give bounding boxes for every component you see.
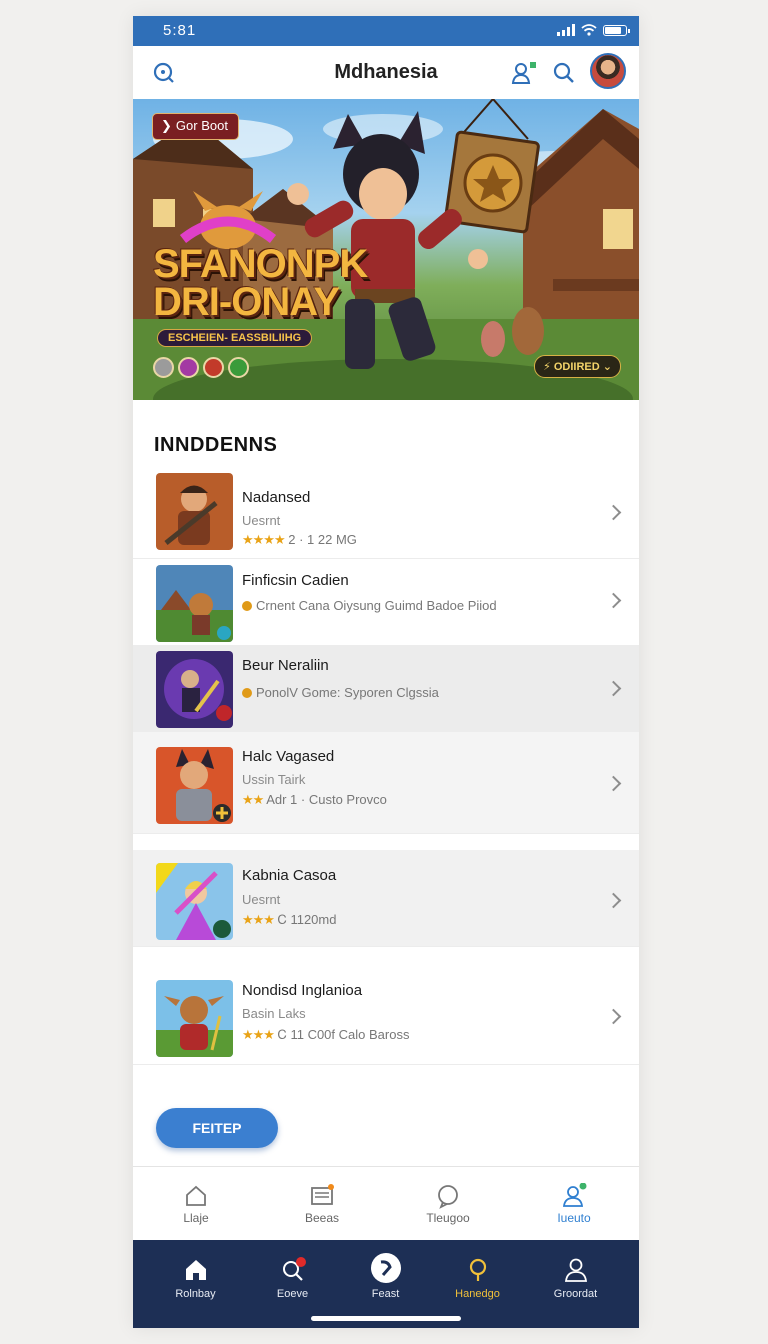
list-item-meta: PonolV Gome: Syporen Clgssia [242, 685, 439, 700]
signal-icon [557, 24, 575, 36]
home-icon [185, 1260, 206, 1280]
phone-frame: 5:81 Mdhanesia ❯ Gor Boot SFANONPK DRI-O… [133, 16, 639, 1328]
tab-label: Beeas [304, 1211, 340, 1225]
status-time: 5:81 [163, 22, 197, 39]
nav-label: Feast [371, 1288, 400, 1300]
chevron-down-icon: ⌄ [602, 361, 612, 373]
chat-icon [438, 1185, 458, 1209]
bolt-icon: ⚡ [543, 361, 551, 373]
list-item-subtitle: Ussin Tairk [242, 772, 306, 787]
star-rating: ★★★ [242, 1027, 275, 1042]
chevron-right-icon: ❯ [161, 118, 172, 133]
chevron-right-icon [605, 775, 622, 792]
chevron-right-icon [605, 892, 622, 909]
pin-icon [469, 1258, 486, 1281]
status-bar: 5:81 [133, 16, 639, 46]
coin-icon [178, 357, 199, 378]
home-indicator[interactable] [311, 1316, 461, 1321]
hero-title: SFANONPK DRI-ONAY [153, 242, 368, 324]
bottom-nav: Rolnbay Eoeve Feast Hanedgo Groordat [133, 1240, 639, 1328]
village-thumbnail [156, 565, 233, 642]
goblin-thumbnail [156, 980, 233, 1057]
list-item-meta: Crnent Cana Oiysung Guimd Badoe Piiod [242, 598, 497, 613]
account-icon [564, 1258, 587, 1282]
list-item[interactable]: Halc Vagased Ussin Tairk ★★ Adr 1 · Cust… [133, 732, 639, 834]
status-icons [557, 24, 630, 36]
list-item-title: Halc Vagased [242, 748, 335, 765]
tab-label: Iueuto [557, 1211, 591, 1225]
list-item-subtitle: Uesrnt [242, 892, 281, 907]
list-item[interactable]: Nondisd Inglanioa Basin Laks ★★★ Ꮯ 11 C0… [133, 966, 639, 1065]
list-item-title: Nadansed [242, 489, 311, 506]
list-item-meta: ★★ Adr 1 · Custo Provco [242, 792, 387, 807]
search-icon [282, 1257, 306, 1281]
tab-iueuto[interactable]: Iueuto [511, 1167, 637, 1241]
tab-llaje[interactable]: Llaje [133, 1167, 259, 1241]
list-item[interactable]: Finficsin Cadien Crnent Cana Oiysung Gui… [133, 558, 639, 646]
feast-icon [370, 1253, 401, 1283]
list-item[interactable]: Beur Neraliin PonolV Gome: Syporen Clgss… [133, 645, 639, 733]
avatar[interactable] [590, 53, 626, 89]
secondary-tab-bar: Llaje Beeas Tleugoo Iueuto [133, 1166, 639, 1241]
list-item-title: Finficsin Cadien [242, 572, 349, 589]
star-rating: ★★★ [242, 912, 275, 927]
news-icon [311, 1184, 334, 1205]
list-item-title: Beur Neraliin [242, 657, 329, 674]
hero-badge[interactable]: ❯ Gor Boot [152, 113, 239, 140]
nav-label: Groordat [553, 1288, 598, 1300]
nav-label: Eoeve [276, 1288, 309, 1300]
hero-coin-row [153, 357, 249, 378]
nav-hanedgo[interactable]: Hanedgo [427, 1240, 528, 1328]
coin-icon [242, 688, 252, 698]
battery-icon [603, 24, 630, 36]
coin-icon [242, 601, 252, 611]
tab-tleugoo[interactable]: Tleugoo [385, 1167, 511, 1241]
section-title: INNDDENNS [154, 434, 278, 456]
nav-label: Hanedgo [455, 1288, 500, 1300]
chevron-right-icon [605, 504, 622, 521]
coin-icon [228, 357, 249, 378]
list-item-title: Kabnia Casoa [242, 867, 337, 884]
knight-thumbnail [156, 747, 233, 824]
tab-beeas[interactable]: Beeas [259, 1167, 385, 1241]
list-item[interactable]: Kabnia Casoa Uesrnt ★★★ Ꮯ 1120md [133, 850, 639, 947]
nav-feast[interactable]: Feast [335, 1240, 436, 1328]
search-icon-secondary[interactable] [551, 60, 577, 86]
list-item-subtitle: Basin Laks [242, 1006, 306, 1021]
list-item-meta: ★★★ Ꮯ 11 C00f Calo Baross [242, 1027, 410, 1042]
add-friend-icon[interactable] [511, 60, 537, 86]
nav-rolnbay[interactable]: Rolnbay [145, 1240, 246, 1328]
hero-subtitle: ESCHEIEN- EASSBILIIHG [157, 329, 313, 347]
nav-label: Rolnbay [175, 1288, 216, 1300]
home-outline-icon [186, 1185, 206, 1206]
mage-thumbnail [156, 651, 233, 728]
fairy-thumbnail [156, 863, 233, 940]
list-item-meta: ★★★★ 2 · 1 22 MG [242, 532, 357, 547]
hero-banner[interactable]: ❯ Gor Boot SFANONPK DRI-ONAY ESCHEIEN- EA… [133, 99, 639, 400]
list-item-title: Nondisd Inglanioa [242, 982, 363, 999]
list-item-subtitle: Uesrnt [242, 513, 281, 528]
tab-label: Tleugoo [426, 1211, 470, 1225]
coin-icon [203, 357, 224, 378]
coin-icon [153, 357, 174, 378]
app-header: Mdhanesia [133, 46, 639, 100]
nav-eoeve[interactable]: Eoeve [242, 1240, 343, 1328]
tab-label: Llaje [183, 1211, 209, 1225]
wifi-icon [581, 24, 597, 36]
nav-groordat[interactable]: Groordat [525, 1240, 626, 1328]
star-rating: ★★★★ [242, 532, 286, 547]
list-item[interactable]: Nadansed Uesrnt ★★★★ 2 · 1 22 MG [133, 461, 639, 559]
hero-cta-button[interactable]: ⚡ ODIIRED ⌄ [534, 355, 621, 378]
chevron-right-icon [605, 592, 622, 609]
star-rating: ★★ [242, 792, 264, 807]
chevron-right-icon [605, 680, 622, 697]
primary-action-button[interactable]: FEITEP [156, 1108, 278, 1148]
profile-icon [562, 1183, 587, 1207]
warrior-thumbnail [156, 473, 233, 550]
chevron-right-icon [605, 1008, 622, 1025]
list-item-meta: ★★★ Ꮯ 1120md [242, 912, 337, 927]
